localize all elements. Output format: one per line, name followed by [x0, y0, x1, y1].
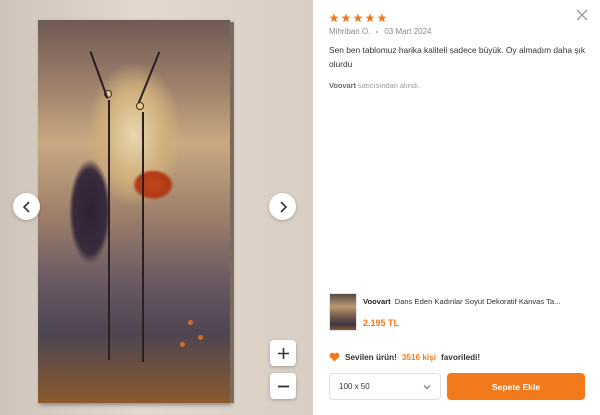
flower: [188, 320, 193, 325]
dancer-head: [136, 102, 144, 110]
minus-icon: [277, 385, 289, 387]
star-icon: [377, 13, 387, 23]
star-icon: [329, 13, 339, 23]
chevron-right-icon: [279, 200, 287, 213]
next-image-button[interactable]: [269, 193, 296, 220]
dancer-leg: [142, 112, 144, 362]
previous-image-button[interactable]: [13, 193, 40, 220]
chevron-left-icon: [22, 200, 30, 213]
star-icon: [365, 13, 375, 23]
product-thumbnail[interactable]: [329, 293, 357, 331]
star-icon: [353, 13, 363, 23]
size-select[interactable]: 100 x 50: [329, 373, 441, 400]
review-text: Sen ben tablomuz harika kaliteli sadece …: [329, 45, 586, 69]
canvas-edge: [230, 22, 234, 403]
seller-suffix: satıcısından alındı.: [358, 81, 421, 90]
zoom-in-button[interactable]: [270, 340, 296, 366]
zoom-out-button[interactable]: [270, 373, 296, 399]
seller-name[interactable]: Voovart: [329, 81, 356, 90]
flower: [198, 335, 203, 340]
review-panel: Mihriban O. 03 Mart 2024 Sen ben tablomu…: [313, 0, 600, 415]
chevron-down-icon: [423, 384, 431, 389]
rating-stars: [329, 13, 387, 23]
heart-icon: [329, 352, 340, 362]
dancer-arm: [89, 51, 109, 99]
size-selected-value: 100 x 50: [339, 382, 370, 391]
product-name: Dans Eden Kadınlar Soyut Dekoratif Kanva…: [394, 297, 561, 306]
review-photo: [38, 20, 234, 403]
product-brand: Voovart: [363, 297, 391, 306]
review-meta: Mihriban O. 03 Mart 2024: [329, 27, 432, 36]
favorite-count: 3516 kişi: [401, 352, 437, 362]
product-summary[interactable]: Voovart Dans Eden Kadınlar Soyut Dekorati…: [329, 293, 591, 333]
product-price: 2.195 TL: [363, 318, 400, 328]
review-image-modal: Mihriban O. 03 Mart 2024 Sen ben tablomu…: [0, 0, 600, 415]
separator-dot: [376, 30, 379, 33]
favorite-suffix: favoriledi!: [441, 352, 481, 362]
product-info: Voovart Dans Eden Kadınlar Soyut Dekorati…: [363, 293, 591, 333]
dancer-arm: [137, 51, 161, 104]
favorite-banner: Sevilen ürün! 3516 kişi favoriledi!: [329, 352, 480, 362]
product-title[interactable]: Voovart Dans Eden Kadınlar Soyut Dekorati…: [363, 297, 591, 306]
plus-icon: [277, 347, 289, 359]
review-author: Mihriban O.: [329, 27, 371, 36]
star-icon: [341, 13, 351, 23]
flower: [180, 342, 185, 347]
add-to-cart-button[interactable]: Sepete Ekle: [447, 373, 585, 400]
dancer-leg: [108, 100, 110, 360]
seller-line: Voovart satıcısından alındı.: [329, 81, 420, 90]
image-viewer: [0, 0, 313, 415]
favorite-prefix: Sevilen ürün!: [345, 352, 397, 362]
close-icon[interactable]: [576, 9, 588, 21]
review-date: 03 Mart 2024: [384, 27, 432, 36]
